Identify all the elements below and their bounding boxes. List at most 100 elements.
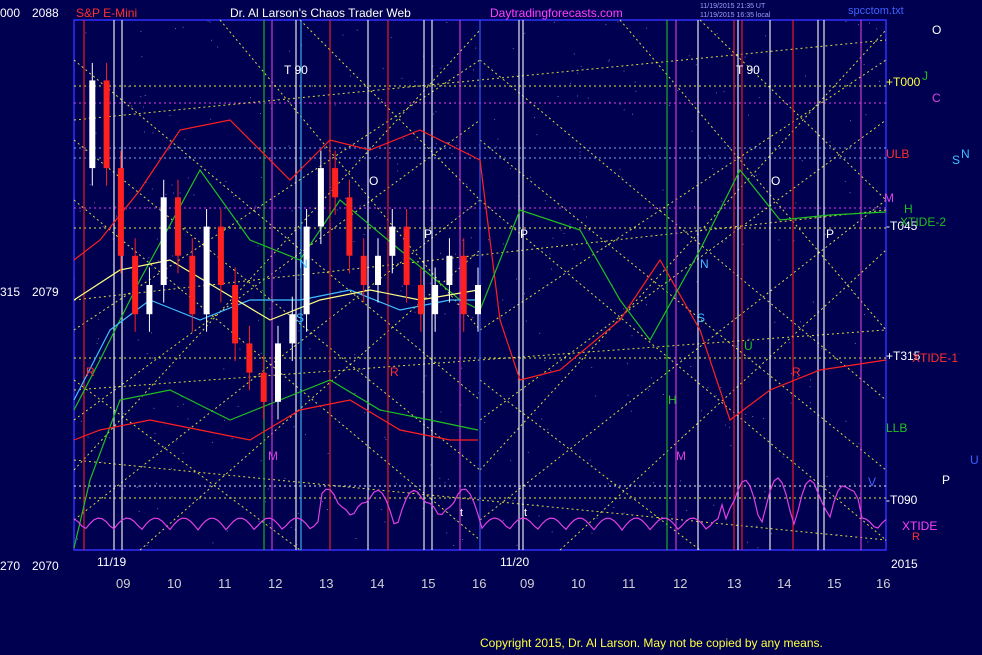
site-link[interactable]: Daytradingforecasts.com — [490, 6, 623, 20]
star — [250, 97, 251, 99]
star — [809, 386, 811, 388]
star — [402, 138, 404, 140]
star — [648, 389, 650, 391]
star — [165, 193, 167, 195]
t-label-1: t — [460, 507, 463, 519]
candle-body — [460, 255, 467, 315]
star — [619, 103, 621, 105]
star — [580, 65, 582, 67]
star — [729, 426, 731, 428]
star — [446, 141, 448, 143]
candle-body — [146, 285, 153, 315]
star — [765, 35, 767, 37]
star — [187, 418, 189, 420]
star — [475, 47, 477, 49]
star — [524, 32, 526, 34]
star — [226, 530, 228, 532]
star — [764, 491, 766, 493]
candle-body — [160, 197, 167, 285]
star — [175, 440, 177, 442]
star — [858, 443, 860, 445]
candle-body — [375, 255, 381, 285]
star — [311, 102, 312, 104]
star — [730, 445, 732, 447]
star — [724, 424, 726, 426]
star — [414, 311, 416, 313]
star — [151, 188, 153, 190]
star — [708, 155, 710, 157]
star — [288, 145, 290, 147]
star — [587, 97, 589, 99]
star — [869, 22, 870, 24]
star — [156, 238, 158, 240]
star — [237, 405, 239, 407]
star — [752, 416, 754, 417]
star — [193, 194, 195, 196]
star — [261, 176, 262, 178]
star — [115, 206, 117, 208]
x-tick-label-right: 11 — [622, 576, 636, 591]
star — [157, 260, 159, 262]
star — [153, 407, 155, 409]
star — [656, 358, 658, 360]
right-label-v: V — [868, 475, 876, 489]
star — [305, 434, 306, 436]
candle-body — [475, 285, 481, 315]
star — [439, 477, 441, 479]
star — [470, 237, 472, 239]
star — [435, 143, 437, 145]
star — [478, 392, 480, 394]
star — [663, 394, 664, 395]
star — [609, 59, 610, 61]
star — [101, 461, 103, 463]
star — [267, 488, 269, 490]
right-label-n: N — [961, 147, 970, 161]
right-label-u: U — [970, 453, 979, 467]
star — [570, 83, 572, 85]
star — [210, 118, 212, 120]
star — [677, 89, 679, 91]
star — [579, 151, 581, 153]
star — [384, 436, 386, 438]
t90-label-left: T 90 — [284, 63, 308, 77]
star — [695, 64, 697, 66]
star — [632, 113, 633, 115]
star — [579, 154, 581, 156]
m-label-right: M — [676, 449, 686, 463]
star — [400, 290, 402, 292]
star — [525, 320, 527, 322]
star — [635, 90, 637, 92]
star — [148, 257, 150, 259]
star — [157, 508, 159, 510]
star — [353, 241, 355, 243]
star — [619, 168, 621, 170]
star — [494, 119, 496, 121]
candle-body — [232, 285, 239, 344]
candle-body — [217, 226, 224, 285]
star — [623, 70, 625, 72]
star — [455, 519, 457, 521]
star — [688, 55, 690, 57]
chart-canvas: 000 2088 S&P E-Mini Dr. Al Larson's Chao… — [0, 0, 982, 650]
star — [258, 319, 260, 321]
star — [502, 243, 504, 245]
star — [746, 541, 748, 543]
left-axis-top-a: 000 — [0, 6, 20, 20]
star — [550, 370, 552, 372]
star — [544, 360, 546, 362]
star — [327, 509, 328, 510]
star — [233, 195, 235, 197]
left-axis-bot-a: 270 — [0, 559, 20, 573]
candle-body — [389, 226, 396, 256]
x-tick-label-right: 13 — [727, 576, 741, 591]
star — [577, 95, 578, 97]
right-label-llb: LLB — [886, 421, 907, 435]
star — [694, 206, 695, 207]
star — [607, 483, 609, 485]
h-label: H — [668, 393, 677, 407]
star — [686, 510, 688, 511]
star — [169, 115, 171, 116]
star — [876, 28, 878, 30]
star — [536, 504, 538, 506]
star — [380, 508, 382, 510]
